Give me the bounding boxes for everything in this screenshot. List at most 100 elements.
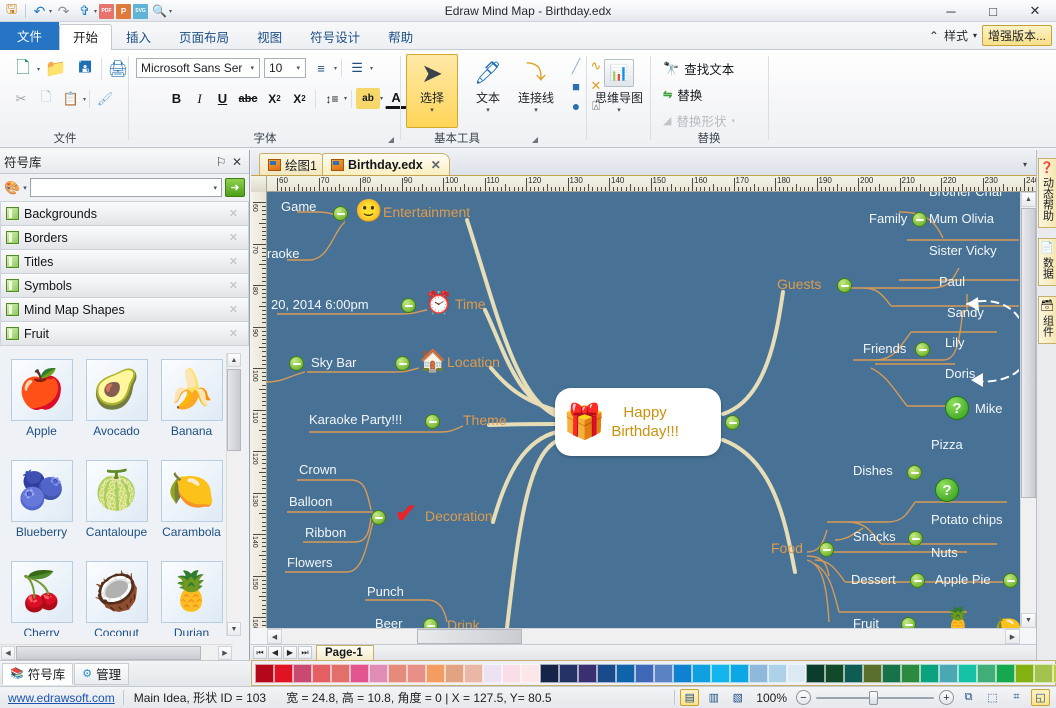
- split-view-button[interactable]: ▥: [704, 689, 723, 706]
- palette-swatch[interactable]: [559, 664, 578, 683]
- palette-swatch[interactable]: [1034, 664, 1053, 683]
- horizontal-ruler[interactable]: 6070809010011012013014015016017018019020…: [251, 176, 1036, 192]
- node-mum[interactable]: Mum Olivia: [929, 211, 994, 226]
- format-painter-icon[interactable]: 🖌: [93, 88, 117, 110]
- shape-item-apple[interactable]: 🍎 Apple: [4, 359, 79, 460]
- node-pizza[interactable]: Pizza: [931, 437, 963, 452]
- new-icon[interactable]: 🗋: [10, 56, 36, 82]
- node-flowers[interactable]: Flowers: [287, 555, 333, 570]
- enhanced-version-button[interactable]: 增强版本...: [982, 25, 1052, 46]
- shape-grid-vertical-scrollbar[interactable]: ▲ ▼: [226, 353, 240, 636]
- collapser-food[interactable]: [819, 542, 834, 557]
- document-tabs-collapse-icon[interactable]: ▾: [1014, 153, 1036, 175]
- node-brother[interactable]: Brother Char: [929, 192, 1003, 199]
- node-karaoke-partial[interactable]: raoke: [267, 246, 300, 261]
- font-name-caret-icon[interactable]: ▾: [247, 64, 257, 72]
- node-apple-pie[interactable]: Apple Pie: [935, 572, 991, 587]
- collapser-theme[interactable]: [425, 414, 440, 429]
- palette-swatch[interactable]: [920, 664, 939, 683]
- collapser-entertainment[interactable]: [333, 206, 348, 221]
- paragraph-align-button[interactable]: ≡: [310, 58, 332, 78]
- collapser-dishes[interactable]: [907, 465, 922, 480]
- palette-swatch[interactable]: [882, 664, 901, 683]
- node-mike[interactable]: Mike: [975, 401, 1002, 416]
- palette-swatch[interactable]: [768, 664, 787, 683]
- shape-item-blueberry[interactable]: 🫐 Blueberry: [4, 460, 79, 561]
- zoom-out-button[interactable]: −: [796, 690, 811, 705]
- palette-swatch[interactable]: [996, 664, 1015, 683]
- node-entertainment[interactable]: Entertainment: [383, 204, 470, 220]
- line-spacing-caret-icon[interactable]: ▾: [344, 95, 347, 102]
- library-close-icon[interactable]: ✕: [229, 279, 246, 292]
- collapse-ribbon-icon[interactable]: ⌃: [929, 29, 939, 43]
- question-badge-dish-icon[interactable]: ?: [935, 478, 959, 502]
- library-item-fruit[interactable]: Fruit ✕: [0, 322, 249, 346]
- style-caret-icon[interactable]: ▾: [973, 31, 977, 40]
- collapser-friends[interactable]: [915, 342, 930, 357]
- canvas-scroll-left-icon[interactable]: ◀: [267, 629, 282, 644]
- page-first-button[interactable]: ⏮: [253, 646, 267, 659]
- collapser-decoration[interactable]: [371, 510, 386, 525]
- library-close-icon[interactable]: ✕: [229, 303, 246, 316]
- node-dishes[interactable]: Dishes: [853, 463, 893, 478]
- scrollbar-thumb[interactable]: [16, 646, 201, 660]
- tab-view[interactable]: 视图: [243, 24, 296, 50]
- palette-swatch[interactable]: [730, 664, 749, 683]
- align-caret-icon[interactable]: ▾: [334, 65, 337, 72]
- collapser-family[interactable]: [912, 212, 927, 227]
- palette-swatch[interactable]: [255, 664, 274, 683]
- line-tool-icon[interactable]: ╱: [566, 56, 586, 76]
- palette-swatch[interactable]: [502, 664, 521, 683]
- replace-shape-button[interactable]: ◢ 替换形状 ▾: [658, 109, 740, 132]
- collapser-fruit[interactable]: [901, 617, 916, 628]
- palette-swatch[interactable]: [863, 664, 882, 683]
- right-tab-dynamic-help[interactable]: ❓ 动态帮助: [1038, 158, 1056, 228]
- palette-swatch[interactable]: [635, 664, 654, 683]
- paste-caret-icon[interactable]: ▾: [83, 96, 86, 103]
- node-guests[interactable]: Guests: [777, 276, 821, 292]
- palette-swatch[interactable]: [483, 664, 502, 683]
- save-icon[interactable]: 🖪: [72, 56, 98, 82]
- text-highlight-button[interactable]: ab: [356, 88, 380, 109]
- close-panel-icon[interactable]: ✕: [229, 154, 245, 170]
- page-border-button[interactable]: ◱: [1031, 689, 1050, 706]
- grid-toggle-button[interactable]: ⌗: [1007, 689, 1026, 706]
- zoom-slider-thumb[interactable]: [869, 691, 878, 705]
- tab-page-layout[interactable]: 页面布局: [165, 24, 243, 50]
- palette-swatch[interactable]: [806, 664, 825, 683]
- left-tab-manage[interactable]: ⚙ 管理: [74, 663, 129, 685]
- basic-tools-dialog-launcher[interactable]: ◢: [532, 135, 538, 144]
- superscript-button[interactable]: X2: [288, 88, 311, 109]
- node-food[interactable]: Food: [771, 540, 803, 556]
- symbol-search-input[interactable]: ▾: [30, 178, 222, 197]
- node-beer[interactable]: Beer: [375, 616, 402, 628]
- palette-swatch[interactable]: [939, 664, 958, 683]
- subscript-button[interactable]: X2: [263, 88, 286, 109]
- library-close-icon[interactable]: ✕: [229, 327, 246, 340]
- palette-swatch[interactable]: [331, 664, 350, 683]
- collapser-time[interactable]: [401, 298, 416, 313]
- tab-file[interactable]: 文件: [0, 22, 59, 50]
- palette-swatch[interactable]: [521, 664, 540, 683]
- zoom-select-button[interactable]: ⬚: [983, 689, 1002, 706]
- canvas-horizontal-scrollbar[interactable]: ◀ ▶: [267, 628, 1020, 644]
- palette-swatch[interactable]: [293, 664, 312, 683]
- font-size-caret-icon[interactable]: ▾: [293, 64, 303, 72]
- replace-button[interactable]: ⇋ 替换: [658, 83, 740, 106]
- collapser-location[interactable]: [395, 356, 410, 371]
- replace-shape-caret-icon[interactable]: ▾: [731, 117, 735, 125]
- left-tab-symbol-library[interactable]: 📚 符号库: [2, 663, 73, 685]
- shape-item-cherry[interactable]: 🍒 Cherry: [4, 561, 79, 636]
- highlight-caret-icon[interactable]: ▾: [380, 95, 383, 102]
- scrollbar-thumb[interactable]: [227, 369, 241, 451]
- shape-item-banana[interactable]: 🍌 Banana: [154, 359, 229, 460]
- node-time-value[interactable]: 20, 2014 6:00pm: [271, 297, 369, 312]
- bullet-list-button[interactable]: ☰: [346, 58, 368, 78]
- close-button[interactable]: ✕: [1014, 0, 1056, 22]
- minimize-button[interactable]: ─: [930, 0, 972, 22]
- palette-swatch[interactable]: [350, 664, 369, 683]
- page-tab-page1[interactable]: Page-1: [316, 645, 374, 660]
- palette-swatch[interactable]: [445, 664, 464, 683]
- italic-button[interactable]: I: [189, 88, 210, 109]
- node-sandy[interactable]: Sandy: [947, 305, 984, 320]
